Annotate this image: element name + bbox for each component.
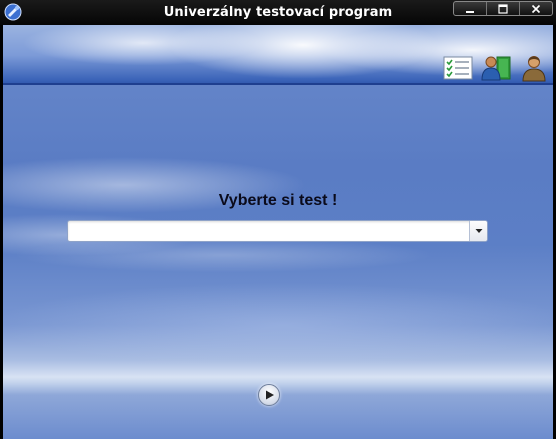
toolbar: [442, 54, 550, 84]
close-icon: [531, 4, 541, 13]
user-book-icon[interactable]: [480, 54, 512, 82]
select-test-prompt: Vyberte si test !: [218, 192, 338, 209]
start-test-button[interactable]: [258, 384, 280, 406]
checklist-icon[interactable]: [442, 54, 474, 82]
close-button[interactable]: [520, 2, 552, 15]
title-bar[interactable]: Univerzálny testovací program: [0, 0, 556, 25]
user-icon[interactable]: [518, 54, 550, 82]
window-controls: [453, 1, 553, 16]
app-window: Univerzálny testovací program Vyberte si…: [0, 0, 556, 439]
maximize-button[interactable]: [487, 2, 520, 15]
minimize-button[interactable]: [454, 2, 487, 15]
maximize-icon: [498, 3, 508, 14]
client-area: Vyberte si test !: [3, 25, 553, 439]
chevron-down-icon: [475, 229, 482, 233]
test-select-dropdown-button[interactable]: [469, 221, 487, 241]
minimize-icon: [466, 10, 474, 13]
play-icon: [266, 390, 274, 400]
test-select[interactable]: [67, 220, 488, 242]
